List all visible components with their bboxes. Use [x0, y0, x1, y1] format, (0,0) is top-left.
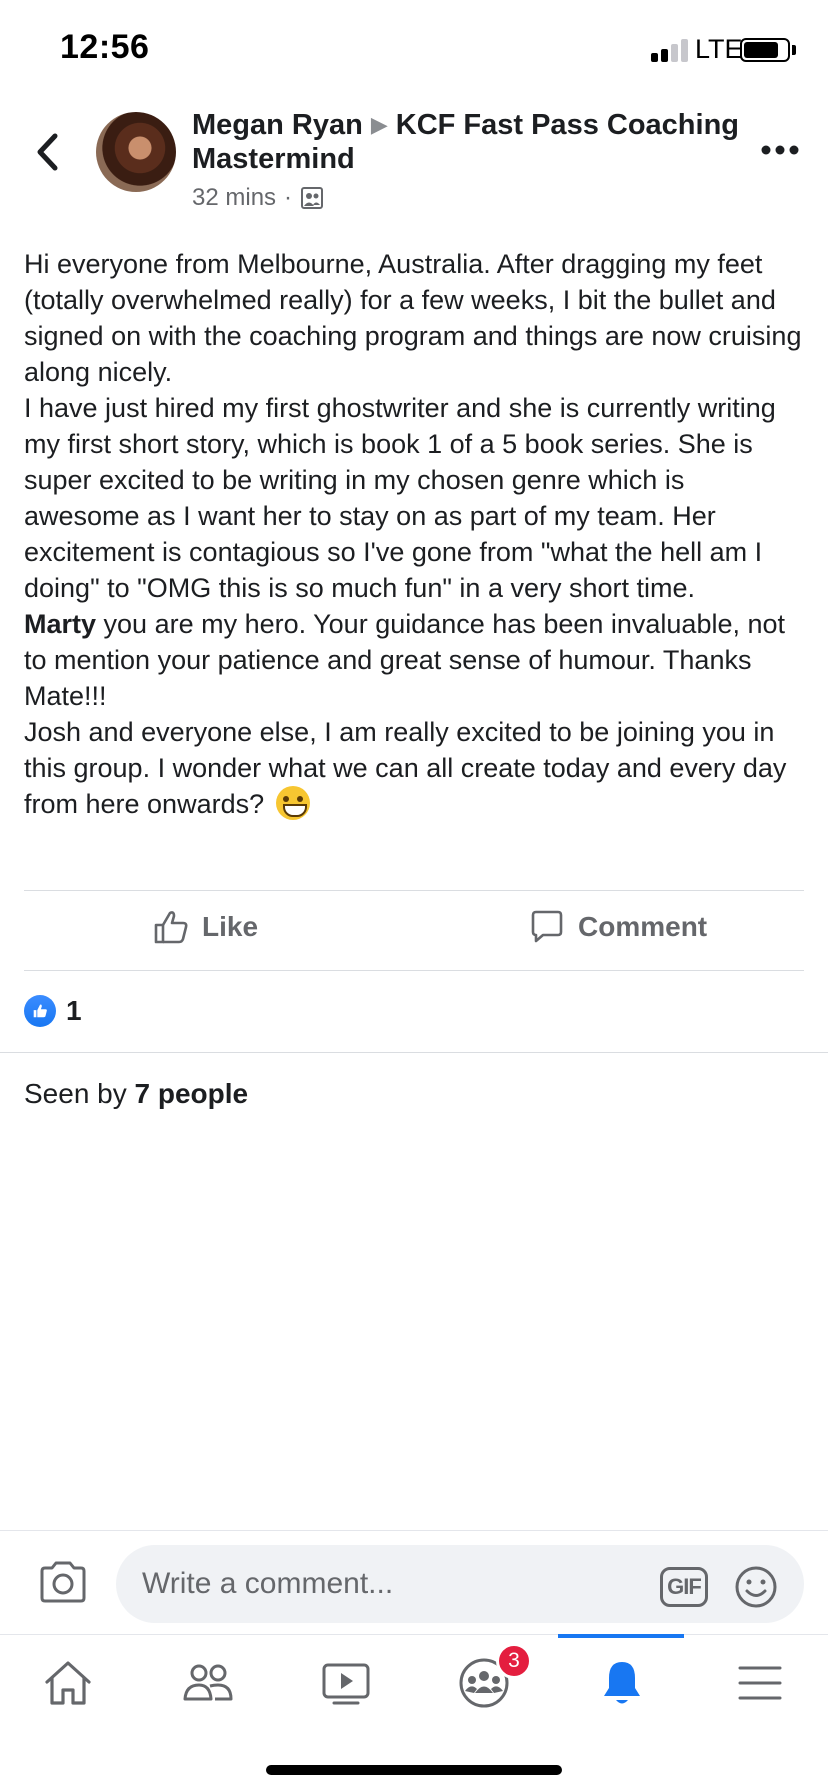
smiley-icon [735, 1566, 777, 1608]
battery-tip [792, 45, 796, 55]
like-reaction-icon [24, 995, 56, 1027]
home-indicator[interactable] [266, 1765, 562, 1775]
signal-strength-icon [651, 38, 691, 62]
like-button[interactable]: Like [152, 908, 258, 946]
hamburger-menu-icon [738, 1666, 782, 1700]
post-body: Hi everyone from Melbourne, Australia. A… [24, 246, 804, 822]
divider [24, 970, 804, 971]
more-options-button[interactable] [760, 140, 800, 160]
post-paragraph: Hi everyone from Melbourne, Australia. A… [24, 249, 802, 387]
active-tab-indicator [558, 1634, 684, 1638]
post-paragraph-mention: Marty you are my hero. Your guidance has… [24, 606, 804, 714]
thumbs-up-icon [154, 911, 188, 944]
mention-paragraph-text: you are my hero. Your guidance has been … [24, 609, 786, 711]
seen-prefix: Seen by [24, 1078, 135, 1109]
battery-icon [740, 38, 790, 62]
like-label: Like [202, 911, 259, 942]
seen-count: 7 people [134, 1078, 249, 1109]
tab-menu[interactable] [730, 1653, 790, 1713]
friends-icon [183, 1664, 233, 1701]
tab-friends[interactable] [178, 1653, 238, 1713]
post-paragraph: I have just hired my first ghostwriter a… [24, 393, 776, 603]
meta-separator: · [284, 184, 293, 211]
tab-home[interactable] [38, 1653, 98, 1713]
author-name[interactable]: Megan Ryan [192, 109, 363, 141]
post-meta: 32 mins · [192, 184, 752, 212]
back-button[interactable] [28, 130, 68, 174]
camera-button[interactable] [38, 1559, 88, 1605]
gif-button[interactable]: GIF [660, 1567, 708, 1607]
seen-by[interactable]: Seen by 7 people [24, 1078, 248, 1110]
post-timestamp[interactable]: 32 mins [192, 184, 276, 212]
comment-label: Comment [578, 911, 708, 942]
closing-paragraph-text: Josh and everyone else, I am really exci… [24, 717, 787, 819]
reactions-summary[interactable]: 1 [24, 995, 82, 1027]
more-horizontal-icon [761, 145, 799, 155]
comment-button[interactable]: Comment [528, 908, 707, 946]
group-members-icon [301, 187, 324, 209]
post-title-line: Megan Ryan ▶ KCF Fast Pass Coaching Master… [192, 108, 752, 176]
tab-watch[interactable] [316, 1653, 376, 1713]
divider [24, 890, 804, 891]
post-header: Megan Ryan ▶ KCF Fast Pass Coaching Master… [192, 108, 752, 212]
mention-link[interactable]: Marty [24, 609, 96, 639]
status-time: 12:56 [60, 28, 150, 66]
reaction-count: 1 [66, 995, 82, 1026]
arrow-right-icon: ▶ [370, 112, 388, 137]
camera-icon [40, 1561, 86, 1603]
emoji-button[interactable] [734, 1565, 778, 1609]
comment-bubble-icon [531, 910, 563, 943]
comment-composer: GIF [0, 1530, 828, 1634]
tab-notifications[interactable] [592, 1653, 652, 1713]
chevron-left-icon [37, 133, 58, 171]
grinning-face-emoji-icon [275, 786, 310, 820]
author-avatar[interactable] [96, 112, 176, 192]
post-paragraph-closing: Josh and everyone else, I am really exci… [24, 714, 804, 822]
divider [0, 1052, 828, 1053]
groups-badge: 3 [496, 1643, 532, 1679]
bell-icon [604, 1662, 640, 1704]
network-type: LTE [695, 34, 743, 64]
home-icon [45, 1661, 91, 1705]
status-bar: 12:56 LTE [0, 0, 828, 100]
video-play-icon [322, 1663, 370, 1705]
